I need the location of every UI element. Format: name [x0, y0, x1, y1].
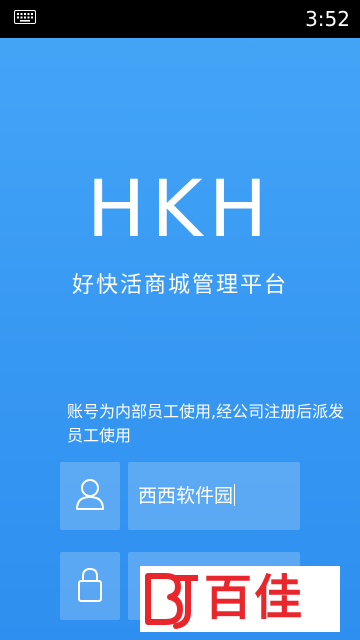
keyboard-icon — [14, 10, 36, 24]
app-subtitle: 好快活商城管理平台 — [71, 273, 288, 298]
status-time: 3:52 — [305, 7, 350, 31]
account-notice: 账号为内部员工使用,经公司注册后派发员工使用 — [67, 402, 345, 445]
text-cursor — [234, 484, 236, 506]
watermark-mark-icon — [145, 573, 198, 629]
lock-icon — [78, 567, 102, 602]
password-icon-box — [60, 552, 120, 620]
watermark-logo: 百佳 — [140, 566, 340, 632]
app-logo: HKH — [86, 165, 274, 255]
username-input[interactable]: 西西软件园 — [128, 462, 300, 530]
username-icon-box — [60, 462, 120, 530]
username-value-wrap: 西西软件园 — [138, 482, 236, 510]
user-icon — [76, 479, 104, 510]
login-screen: 3:52 HKH 好快活商城管理平台 账号为内部员工使用,经公司注册后派发员工使… — [0, 0, 360, 640]
watermark-text: 百佳 — [204, 570, 305, 626]
username-value: 西西软件园 — [138, 485, 234, 507]
status-bar: 3:52 — [0, 0, 360, 38]
